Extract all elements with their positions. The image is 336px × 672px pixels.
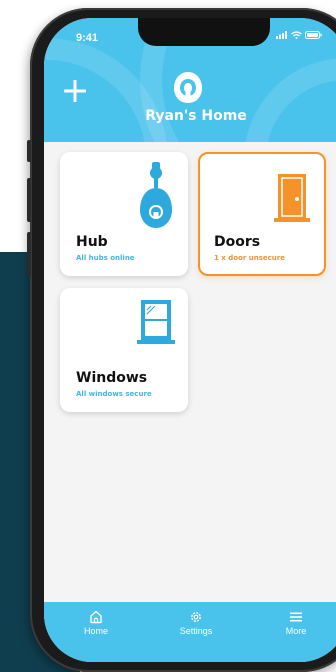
tab-label: More [285, 626, 307, 636]
wifi-icon [291, 31, 302, 39]
card-title: Doors [214, 234, 261, 250]
home-icon [90, 610, 102, 624]
add-icon[interactable] [62, 78, 88, 104]
card-status: 1 x door unsecure [214, 254, 285, 262]
status-icons [276, 31, 322, 39]
door-icon [274, 174, 310, 222]
doors-card[interactable]: Doors 1 x door unsecure [198, 152, 326, 276]
card-title: Windows [76, 370, 148, 386]
tab-settings[interactable]: Settings [156, 610, 236, 636]
tab-label: Home [83, 626, 108, 636]
marketing-stage: 9:41 Ryan's Home Hub All hubs online Doo… [0, 0, 336, 672]
phone-volume-up [27, 178, 31, 222]
menu-icon [290, 612, 302, 622]
battery-icon [305, 31, 322, 39]
home-title: Ryan's Home [145, 108, 247, 124]
phone-silent-switch [27, 140, 31, 162]
card-status: All windows secure [76, 390, 152, 398]
brand-logo-icon [174, 72, 202, 103]
signal-icon [276, 31, 287, 39]
phone-screen: 9:41 Ryan's Home Hub All hubs online Doo… [44, 18, 336, 662]
status-time: 9:41 [76, 32, 99, 44]
gear-icon [191, 612, 201, 622]
tab-home[interactable]: Home [56, 610, 136, 636]
card-status: All hubs online [76, 254, 135, 262]
phone-volume-down [27, 232, 31, 276]
phone-notch [138, 18, 270, 46]
tab-more[interactable]: More [256, 610, 336, 636]
tab-label: Settings [179, 626, 213, 636]
windows-card[interactable]: Windows All windows secure [60, 288, 188, 412]
hub-card[interactable]: Hub All hubs online [60, 152, 188, 276]
card-title: Hub [76, 234, 108, 250]
bottom-tab-bar: Home Settings More [44, 602, 336, 662]
app-header: 9:41 Ryan's Home [44, 18, 336, 142]
hub-icon [140, 162, 172, 228]
window-icon [137, 300, 175, 344]
